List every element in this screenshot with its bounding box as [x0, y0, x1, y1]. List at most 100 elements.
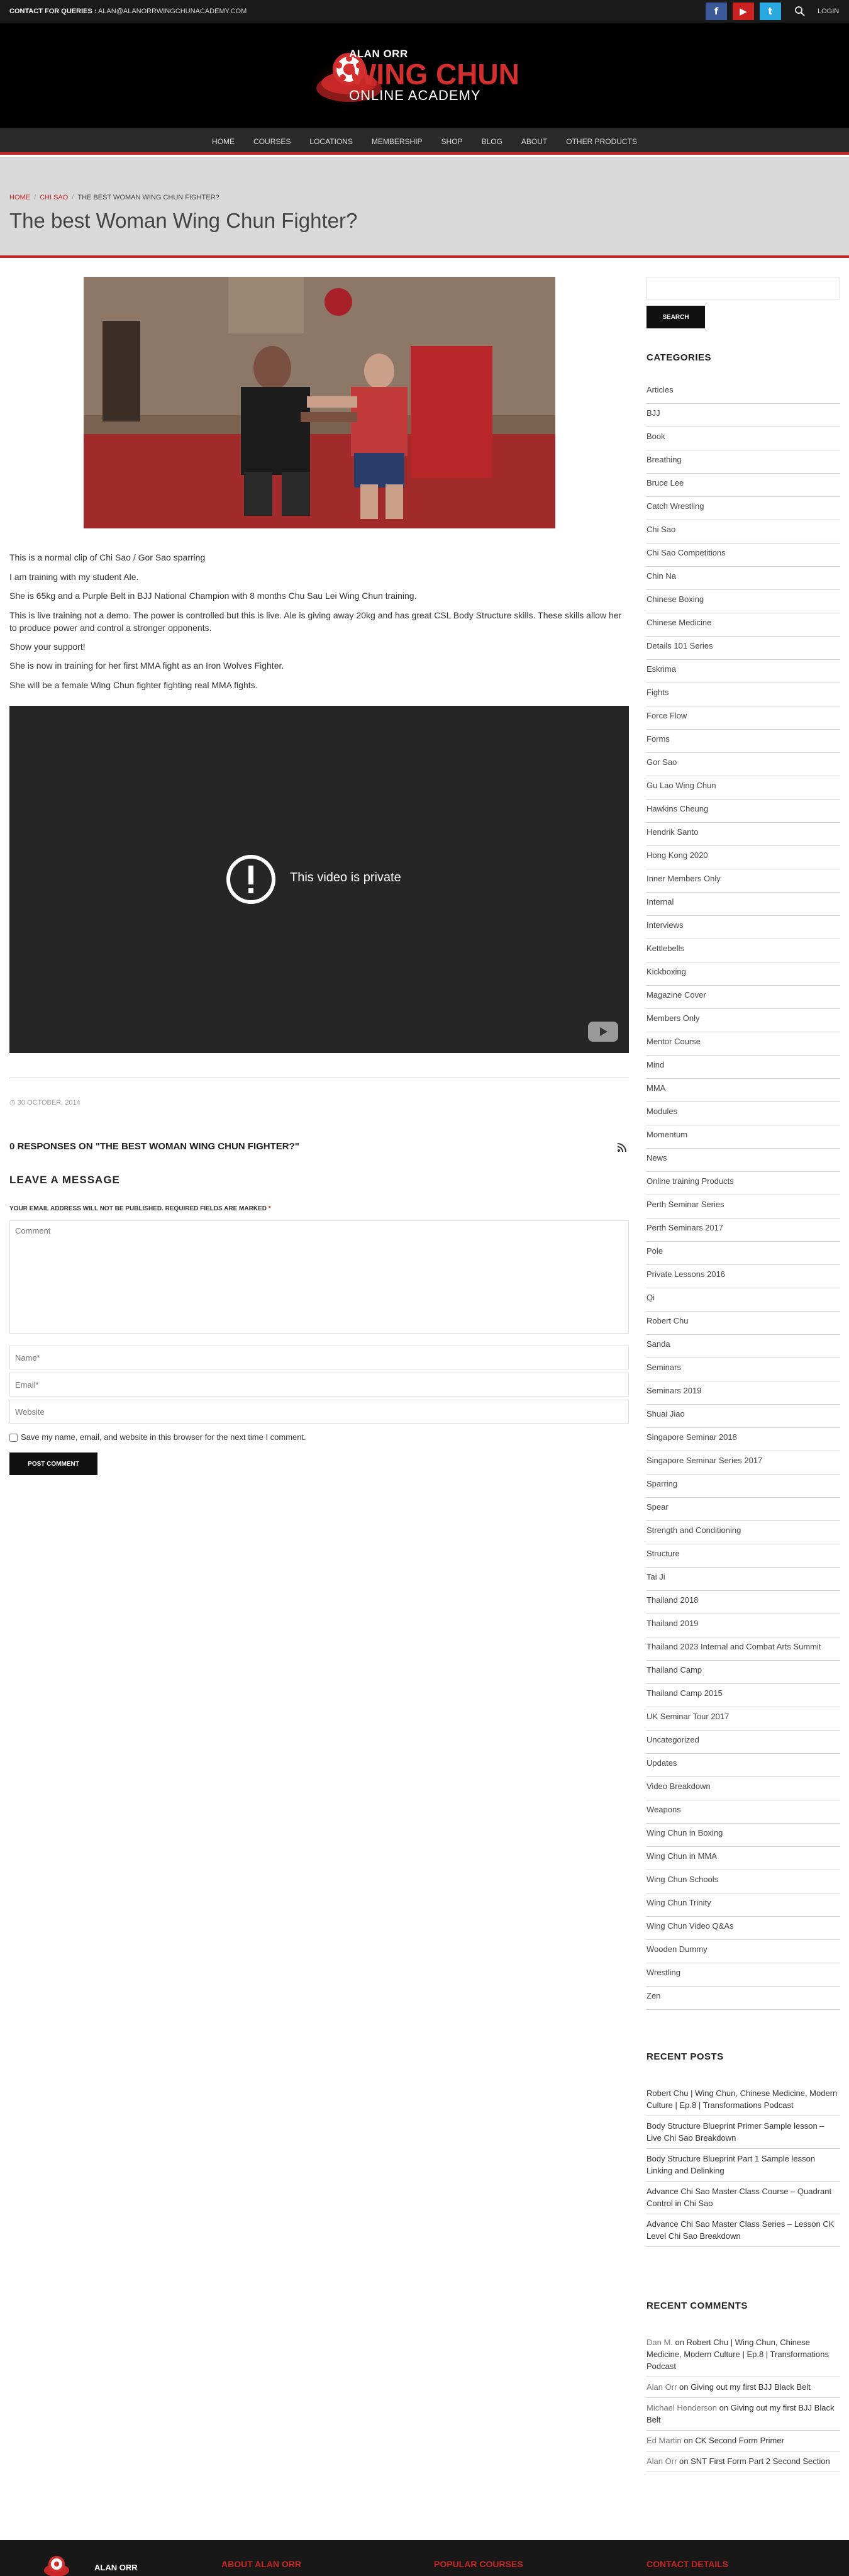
category-item[interactable]: Catch Wrestling	[646, 497, 840, 520]
video-embed[interactable]: This video is private	[9, 706, 629, 1053]
nav-item-membership[interactable]: MEMBERSHIP	[362, 128, 432, 155]
nav-item-other-products[interactable]: OTHER PRODUCTS	[557, 128, 646, 155]
category-item[interactable]: Singapore Seminar 2018	[646, 1428, 840, 1451]
category-item[interactable]: Wooden Dummy	[646, 1940, 840, 1963]
category-item[interactable]: Seminars	[646, 1358, 840, 1381]
featured-image[interactable]	[84, 277, 555, 528]
nav-item-shop[interactable]: SHOP	[432, 128, 472, 155]
category-item[interactable]: Chi Sao	[646, 520, 840, 544]
category-item[interactable]: Hong Kong 2020	[646, 846, 840, 869]
category-item[interactable]: Zen	[646, 1987, 840, 2010]
category-item[interactable]: Force Flow	[646, 706, 840, 730]
login-link[interactable]: LOGIN	[818, 8, 839, 15]
comment-post-link[interactable]: Giving out my first BJJ Black Belt	[691, 2382, 811, 2392]
category-item[interactable]: Momentum	[646, 1125, 840, 1149]
category-item[interactable]: UK Seminar Tour 2017	[646, 1707, 840, 1731]
category-item[interactable]: Wing Chun Trinity	[646, 1893, 840, 1917]
search-icon[interactable]	[794, 5, 806, 18]
category-item[interactable]: Chinese Medicine	[646, 613, 840, 637]
category-item[interactable]: Tai Ji	[646, 1568, 840, 1591]
category-item[interactable]: Interviews	[646, 916, 840, 939]
youtube-icon[interactable]: ▶	[733, 3, 754, 20]
category-item[interactable]: Forms	[646, 730, 840, 753]
comment-post-link[interactable]: CK Second Form Primer	[695, 2436, 784, 2445]
youtube-play-icon[interactable]	[588, 1022, 618, 1042]
facebook-icon[interactable]: f	[706, 3, 727, 20]
comment-post-link[interactable]: SNT First Form Part 2 Second Section	[691, 2456, 830, 2466]
category-item[interactable]: Bruce Lee	[646, 474, 840, 497]
category-item[interactable]: Hendrik Santo	[646, 823, 840, 846]
category-item[interactable]: Spear	[646, 1498, 840, 1521]
sidebar-search-button[interactable]: SEARCH	[646, 306, 705, 328]
category-item[interactable]: Thailand 2019	[646, 1614, 840, 1637]
category-item[interactable]: Chi Sao Competitions	[646, 544, 840, 567]
category-item[interactable]: Thailand Camp 2015	[646, 1684, 840, 1707]
category-item[interactable]: Wrestling	[646, 1963, 840, 1987]
category-item[interactable]: Chinese Boxing	[646, 590, 840, 613]
save-info-checkbox[interactable]	[9, 1434, 18, 1442]
category-item[interactable]: Sparring	[646, 1475, 840, 1498]
category-item[interactable]: Hawkins Cheung	[646, 800, 840, 823]
category-item[interactable]: Wing Chun Schools	[646, 1870, 840, 1893]
category-item[interactable]: Members Only	[646, 1009, 840, 1032]
nav-item-blog[interactable]: BLOG	[472, 128, 512, 155]
category-item[interactable]: News	[646, 1149, 840, 1172]
category-item[interactable]: Mentor Course	[646, 1032, 840, 1056]
category-item[interactable]: Private Lessons 2016	[646, 1265, 840, 1288]
category-item[interactable]: Inner Members Only	[646, 869, 840, 893]
category-item[interactable]: Perth Seminar Series	[646, 1195, 840, 1218]
category-item[interactable]: Weapons	[646, 1800, 840, 1824]
category-item[interactable]: Magazine Cover	[646, 986, 840, 1009]
category-item[interactable]: MMA	[646, 1079, 840, 1102]
post-comment-button[interactable]: POST COMMENT	[9, 1452, 97, 1475]
rss-icon[interactable]	[617, 1142, 627, 1152]
category-item[interactable]: Breathing	[646, 450, 840, 474]
category-item[interactable]: Robert Chu	[646, 1312, 840, 1335]
category-item[interactable]: Singapore Seminar Series 2017	[646, 1451, 840, 1475]
category-item[interactable]: Thailand 2023 Internal and Combat Arts S…	[646, 1637, 840, 1661]
category-item[interactable]: Wing Chun in MMA	[646, 1847, 840, 1870]
category-item[interactable]: Mind	[646, 1056, 840, 1079]
twitter-icon[interactable]: t	[760, 3, 781, 20]
recent-post-item[interactable]: Robert Chu | Wing Chun, Chinese Medicine…	[646, 2083, 840, 2116]
category-item[interactable]: Video Breakdown	[646, 1777, 840, 1800]
category-item[interactable]: Online training Products	[646, 1172, 840, 1195]
contact-email[interactable]: ALAN@ALANORRWINGCHUNACADEMY.COM	[98, 8, 247, 15]
category-item[interactable]: Strength and Conditioning	[646, 1521, 840, 1544]
category-item[interactable]: Perth Seminars 2017	[646, 1218, 840, 1242]
website-field[interactable]	[9, 1400, 629, 1424]
category-item[interactable]: Internal	[646, 893, 840, 916]
category-item[interactable]: Book	[646, 427, 840, 450]
category-item[interactable]: Kickboxing	[646, 962, 840, 986]
category-item[interactable]: Qi	[646, 1288, 840, 1312]
category-item[interactable]: Articles	[646, 381, 840, 404]
category-item[interactable]: Modules	[646, 1102, 840, 1125]
category-item[interactable]: Gor Sao	[646, 753, 840, 776]
category-item[interactable]: Chin Na	[646, 567, 840, 590]
category-item[interactable]: Details 101 Series	[646, 637, 840, 660]
comment-post-link[interactable]: Robert Chu | Wing Chun, Chinese Medicine…	[646, 2338, 829, 2371]
nav-item-courses[interactable]: COURSES	[244, 128, 300, 155]
category-item[interactable]: Shuai Jiao	[646, 1405, 840, 1428]
category-item[interactable]: Eskrima	[646, 660, 840, 683]
category-item[interactable]: Fights	[646, 683, 840, 706]
category-item[interactable]: Structure	[646, 1544, 840, 1568]
category-item[interactable]: Gu Lao Wing Chun	[646, 776, 840, 800]
category-item[interactable]: Wing Chun in Boxing	[646, 1824, 840, 1847]
category-item[interactable]: Uncategorized	[646, 1731, 840, 1754]
category-item[interactable]: Thailand Camp	[646, 1661, 840, 1684]
category-item[interactable]: Sanda	[646, 1335, 840, 1358]
breadcrumb-category[interactable]: CHI SAO	[40, 194, 68, 201]
recent-post-item[interactable]: Advance Chi Sao Master Class Series – Le…	[646, 2214, 840, 2247]
nav-item-home[interactable]: HOME	[203, 128, 244, 155]
category-item[interactable]: Wing Chun Video Q&As	[646, 1917, 840, 1940]
recent-post-item[interactable]: Body Structure Blueprint Primer Sample l…	[646, 2116, 840, 2149]
recent-post-item[interactable]: Body Structure Blueprint Part 1 Sample l…	[646, 2149, 840, 2182]
recent-post-item[interactable]: Advance Chi Sao Master Class Course – Qu…	[646, 2182, 840, 2214]
category-item[interactable]: Seminars 2019	[646, 1381, 840, 1405]
name-field[interactable]	[9, 1346, 629, 1369]
category-item[interactable]: Updates	[646, 1754, 840, 1777]
category-item[interactable]: BJJ	[646, 404, 840, 427]
comment-textarea[interactable]	[9, 1220, 629, 1334]
sidebar-search-input[interactable]	[646, 277, 840, 299]
